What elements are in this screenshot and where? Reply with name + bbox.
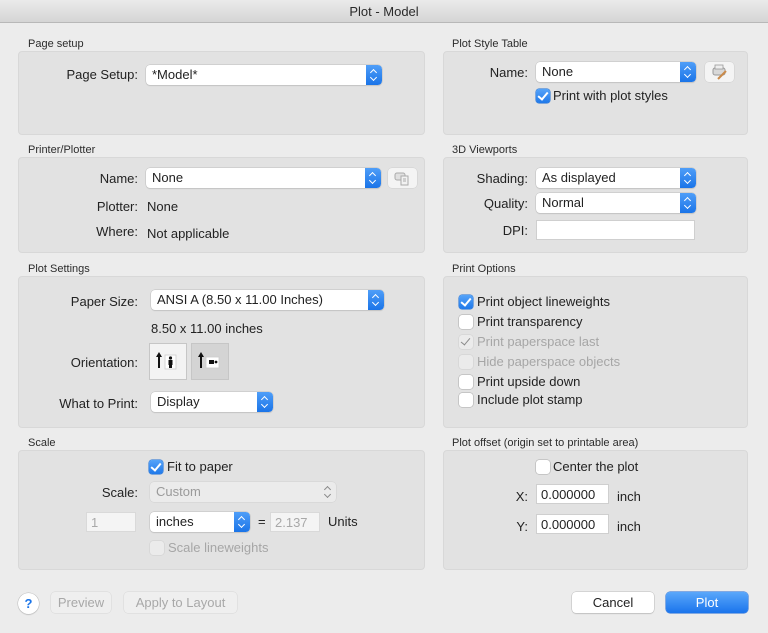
chevron-updown-icon <box>234 512 250 532</box>
plot-style-name-select[interactable]: None <box>536 62 696 82</box>
printer-name-value: None <box>152 170 184 185</box>
edit-plot-style-button[interactable] <box>705 62 734 82</box>
x-offset-unit: inch <box>617 489 641 504</box>
include-plot-stamp-checkbox[interactable] <box>459 393 473 407</box>
y-offset-input[interactable] <box>536 514 609 534</box>
page-setup-panel <box>18 51 425 135</box>
dpi-label: DPI: <box>502 223 528 238</box>
dpi-input[interactable] <box>536 220 695 240</box>
what-to-print-value: Display <box>157 394 200 409</box>
landscape-icon <box>198 352 220 369</box>
units-label: Units <box>328 514 358 529</box>
quality-label: Quality: <box>483 196 528 211</box>
print-with-plot-styles-checkbox[interactable] <box>536 89 550 103</box>
chevron-updown-icon <box>680 193 696 213</box>
printer-name-select[interactable]: None <box>146 168 381 188</box>
plot-style-section-label: Plot Style Table <box>452 38 528 50</box>
print-paperspace-last-label: Print paperspace last <box>477 334 600 349</box>
chevron-updown-icon <box>320 482 336 502</box>
help-button[interactable]: ? <box>18 593 39 614</box>
plotter-value: None <box>147 199 179 214</box>
printer-properties-button[interactable] <box>388 168 417 188</box>
hide-paperspace-objects-label: Hide paperspace objects <box>477 354 621 369</box>
include-plot-stamp-label: Include plot stamp <box>477 392 583 407</box>
window-titlebar: Plot - Model <box>0 0 768 23</box>
print-lineweights-label: Print object lineweights <box>477 294 610 309</box>
x-offset-label: X: <box>515 489 528 504</box>
chevron-updown-icon <box>257 392 273 412</box>
plotter-label: Plotter: <box>96 199 138 214</box>
x-offset-input[interactable] <box>536 484 609 504</box>
print-with-plot-styles-label: Print with plot styles <box>553 88 668 103</box>
scale-section-label: Scale <box>28 437 56 449</box>
center-plot-checkbox[interactable] <box>536 460 550 474</box>
quality-value: Normal <box>542 195 584 210</box>
scale-units-value: inches <box>156 514 194 529</box>
chevron-updown-icon <box>680 168 696 188</box>
page-setup-label: Page Setup: <box>66 67 138 82</box>
paper-units-input[interactable] <box>86 512 136 532</box>
shading-label: Shading: <box>476 171 528 186</box>
print-upside-down-checkbox[interactable] <box>459 375 473 389</box>
fit-to-paper-label: Fit to paper <box>167 459 233 474</box>
viewports-section-label: 3D Viewports <box>452 144 518 156</box>
y-offset-unit: inch <box>617 519 641 534</box>
printer-plotter-section-label: Printer/Plotter <box>28 144 96 156</box>
print-transparency-checkbox[interactable] <box>459 315 473 329</box>
window-title: Plot - Model <box>349 4 419 19</box>
scale-value: Custom <box>156 484 201 499</box>
shading-select[interactable]: As displayed <box>536 168 696 188</box>
plot-style-name-value: None <box>542 64 574 79</box>
fit-to-paper-checkbox[interactable] <box>149 460 163 474</box>
print-options-section-label: Print Options <box>452 263 516 275</box>
orientation-label: Orientation: <box>70 355 138 370</box>
plot-offset-section-label: Plot offset (origin set to printable are… <box>452 437 639 449</box>
paper-size-select[interactable]: ANSI A (8.50 x 11.00 Inches) <box>151 290 384 310</box>
scale-label: Scale: <box>101 485 138 500</box>
scale-lineweights-label: Scale lineweights <box>168 540 269 555</box>
print-lineweights-checkbox[interactable] <box>459 295 473 309</box>
page-setup-section-label: Page setup <box>28 38 84 50</box>
hide-paperspace-objects-checkbox[interactable] <box>459 355 473 369</box>
cancel-button[interactable]: Cancel <box>572 592 654 613</box>
plot-settings-section-label: Plot Settings <box>28 263 90 275</box>
chevron-updown-icon <box>366 65 382 85</box>
scale-lineweights-checkbox[interactable] <box>150 541 164 555</box>
help-icon: ? <box>24 596 33 611</box>
portrait-icon <box>156 352 177 370</box>
plot-style-name-label: Name: <box>489 65 528 80</box>
chevron-updown-icon <box>680 62 696 82</box>
y-offset-label: Y: <box>516 519 528 534</box>
print-paperspace-last-checkbox[interactable] <box>459 335 473 349</box>
quality-select[interactable]: Normal <box>536 193 696 213</box>
scale-select[interactable]: Custom <box>150 482 336 502</box>
drawing-units-input[interactable] <box>270 512 320 532</box>
paper-size-label: Paper Size: <box>70 294 138 309</box>
where-label: Where: <box>96 224 138 239</box>
apply-to-layout-button[interactable]: Apply to Layout <box>124 592 237 613</box>
preview-button[interactable]: Preview <box>51 592 111 613</box>
print-transparency-label: Print transparency <box>477 314 583 329</box>
paper-dimensions: 8.50 x 11.00 inches <box>151 321 263 336</box>
paper-size-value: ANSI A (8.50 x 11.00 Inches) <box>157 292 323 307</box>
shading-value: As displayed <box>542 170 616 185</box>
center-plot-label: Center the plot <box>553 459 639 474</box>
printer-properties-icon <box>394 172 409 186</box>
printer-edit-icon <box>712 64 727 80</box>
print-upside-down-label: Print upside down <box>477 374 581 389</box>
orientation-landscape-button[interactable] <box>191 343 229 380</box>
printer-name-label: Name: <box>99 171 138 186</box>
page-setup-value: *Model* <box>152 67 198 82</box>
plot-button[interactable]: Plot <box>666 592 748 613</box>
chevron-updown-icon <box>365 168 381 188</box>
equals-sign: = <box>258 514 266 529</box>
scale-units-select[interactable]: inches <box>150 512 250 532</box>
orientation-portrait-button[interactable] <box>149 343 187 380</box>
chevron-updown-icon <box>368 290 384 310</box>
where-value: Not applicable <box>147 226 230 241</box>
what-to-print-select[interactable]: Display <box>151 392 273 412</box>
page-setup-select[interactable]: *Model* <box>146 65 382 85</box>
what-to-print-label: What to Print: <box>59 396 138 411</box>
